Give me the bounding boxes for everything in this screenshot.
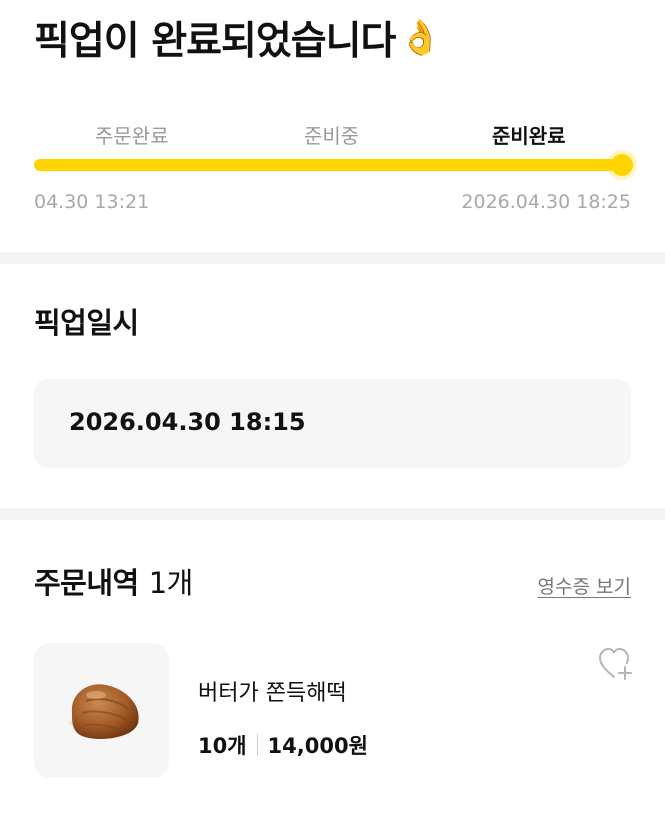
product-name: 버터가 쫀득해떡 bbox=[198, 681, 347, 706]
heart-plus-icon bbox=[599, 648, 632, 680]
order-start-time: 04.30 13:21 bbox=[34, 191, 150, 213]
progress-track bbox=[34, 154, 633, 176]
step-ready: 준비완료 bbox=[492, 124, 566, 148]
pickup-datetime-box: 2026.04.30 18:15 bbox=[34, 379, 631, 468]
page-title: 픽업이 완료되었습니다 👌 bbox=[34, 10, 442, 66]
pickup-datetime-value: 2026.04.30 18:15 bbox=[69, 408, 306, 436]
order-details-title-text: 주문내역 bbox=[34, 566, 139, 600]
chestnut-pastry-image bbox=[68, 684, 140, 739]
ready-time: 2026.04.30 18:25 bbox=[461, 191, 631, 213]
view-receipt-link[interactable]: 영수증 보기 bbox=[538, 572, 631, 599]
pickup-datetime-section: 픽업일시 2026.04.30 18:15 bbox=[0, 264, 665, 508]
order-item-count: 1개 bbox=[148, 566, 194, 600]
meta-divider bbox=[256, 734, 258, 756]
product-price: 14,000원 bbox=[267, 734, 368, 758]
pickup-status-section: 픽업이 완료되었습니다 👌 주문완료 준비중 준비완료 04.30 13:21 … bbox=[0, 0, 665, 252]
step-preparing: 준비중 bbox=[304, 124, 360, 148]
page-title-text: 픽업이 완료되었습니다 bbox=[34, 19, 396, 64]
add-to-wishlist-button[interactable] bbox=[597, 646, 635, 682]
product-thumbnail[interactable] bbox=[34, 643, 169, 778]
progress-indicator-dot bbox=[611, 154, 633, 176]
section-divider bbox=[0, 252, 665, 264]
progress-fill bbox=[34, 159, 622, 171]
pickup-datetime-title: 픽업일시 bbox=[34, 306, 139, 340]
product-quantity: 10개 bbox=[198, 734, 247, 758]
order-details-section: 주문내역 1개 영수증 보기 버터가 쫀득해떡 10개 14,000원 bbox=[0, 520, 665, 816]
product-meta: 10개 14,000원 bbox=[198, 730, 368, 760]
section-divider bbox=[0, 508, 665, 520]
step-order-complete: 주문완료 bbox=[95, 124, 169, 148]
ok-hand-emoji-icon: 👌 bbox=[399, 18, 441, 58]
order-details-title: 주문내역 1개 bbox=[34, 560, 193, 602]
